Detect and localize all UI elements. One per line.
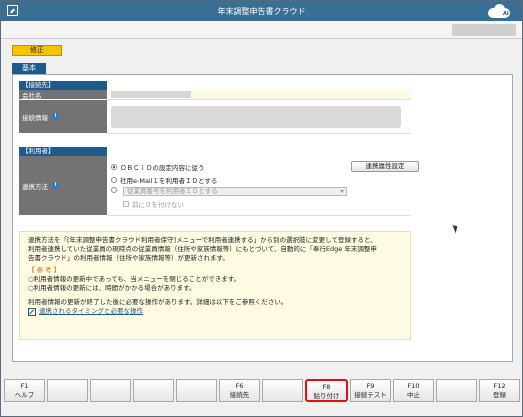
radio-icon <box>111 177 117 183</box>
f11-button[interactable] <box>436 379 477 402</box>
f2-button[interactable] <box>47 379 88 402</box>
radio-icon <box>111 187 117 193</box>
note-ref-1: ○利用者情報の更新中であっても、当メニューを閉じることができます。 <box>28 275 241 283</box>
connection-info-value <box>107 100 411 134</box>
function-key-bar: F1 ヘルプ F6 接続先 F8 貼り付け F9 接続テスト F10 中止 F12 登録 <box>4 379 520 403</box>
f8-paste-button[interactable]: F8 貼り付け <box>305 379 348 402</box>
link-method-label: 連携方法 <box>22 182 48 191</box>
link-method-value: ＯＢＣｉＤの設定内容に従う 連携属性設定 社用e-Mail１を利用者ＩＤとする … <box>107 156 419 216</box>
f3-button[interactable] <box>90 379 131 402</box>
window-title: 年末調整申告書クラウド <box>217 7 306 16</box>
user-header: 【利用者】 <box>19 147 107 156</box>
main-panel: 【接続先】 会社名 接続情報 i 【利用者】 連携方法 i ＯＢＣｉＤの設定内容… <box>12 74 513 362</box>
f10-cancel-button[interactable]: F10 中止 <box>393 379 434 402</box>
radio-selected-icon <box>111 164 117 170</box>
mode-badge: 修正 <box>12 45 62 56</box>
cloud-ai-logo-icon: AI <box>486 3 514 19</box>
user-bar <box>1 21 522 39</box>
employee-id-select[interactable]: 従業員番号を利用者ＩＤとする <box>123 187 347 196</box>
app-window: 年末調整申告書クラウド AI 修正 基本 【接続先】 会社名 接続情報 i 【利… <box>0 0 523 417</box>
info-icon[interactable]: i <box>52 182 59 189</box>
info-note: 連携方法を「[年末調整申告書クラウド利用者保守]メニューで利用者連携する」から別… <box>19 231 411 340</box>
link-attribute-button[interactable]: 連携属性設定 <box>351 161 419 172</box>
connection-section: 【接続先】 会社名 接続情報 i <box>19 81 411 134</box>
info-icon[interactable]: i <box>52 113 59 120</box>
f12-register-button[interactable]: F12 登録 <box>479 379 520 402</box>
timing-link[interactable]: 連携されるタイミングと必要な操作 <box>28 307 402 316</box>
note-line-3: 告書クラウド」の利用者情報（住所や家族情報等）が更新されます。 <box>28 254 229 262</box>
edit-link-icon <box>28 307 36 316</box>
tab-basic[interactable]: 基本 <box>12 63 46 74</box>
radio-obcid[interactable]: ＯＢＣｉＤの設定内容に従う <box>111 162 205 172</box>
f4-button[interactable] <box>133 379 174 402</box>
no-leading-zero-checkbox[interactable]: 前に０を付けない <box>123 199 184 209</box>
user-info-redacted <box>452 24 516 36</box>
f6-connection-button[interactable]: F6 接続先 <box>219 379 260 402</box>
company-name-value <box>107 90 411 100</box>
connection-info-label: 接続情報 <box>22 113 48 122</box>
f1-help-button[interactable]: F1 ヘルプ <box>4 379 45 402</box>
checkbox-icon <box>123 201 129 207</box>
note-line-4: 利用者情報の更新が終了した後に必要な操作があります。詳細は以下をご参照ください。 <box>28 298 288 306</box>
f7-button[interactable] <box>262 379 303 402</box>
radio-employee-number[interactable] <box>111 187 120 193</box>
company-name-label: 会社名 <box>19 90 107 100</box>
link-method-label-cell: 連携方法 i <box>19 156 107 216</box>
f9-connection-test-button[interactable]: F9 接続テスト <box>350 379 391 402</box>
title-bar: 年末調整申告書クラウド AI <box>1 1 522 21</box>
chevron-down-icon <box>340 190 344 193</box>
radio-email[interactable]: 社用e-Mail１を利用者ＩＤとする <box>111 175 217 185</box>
note-ref-title: 【 参 考 】 <box>28 266 61 274</box>
note-ref-2: ○利用者情報の更新には、時間がかかる場合があります。 <box>28 284 196 292</box>
f5-button[interactable] <box>176 379 217 402</box>
note-line-1: 連携方法を「[年末調整申告書クラウド利用者保守]メニューで利用者連携する」から別… <box>28 236 377 244</box>
note-line-2: 利用者連携していた従業員の現時点の従業員情報（住所や家族情報等）にもとづいて、自… <box>28 245 377 253</box>
connection-info-label-cell: 接続情報 i <box>19 100 107 134</box>
user-section: 【利用者】 連携方法 i ＯＢＣｉＤの設定内容に従う 連携属性設定 社用e-Ma… <box>19 147 419 216</box>
